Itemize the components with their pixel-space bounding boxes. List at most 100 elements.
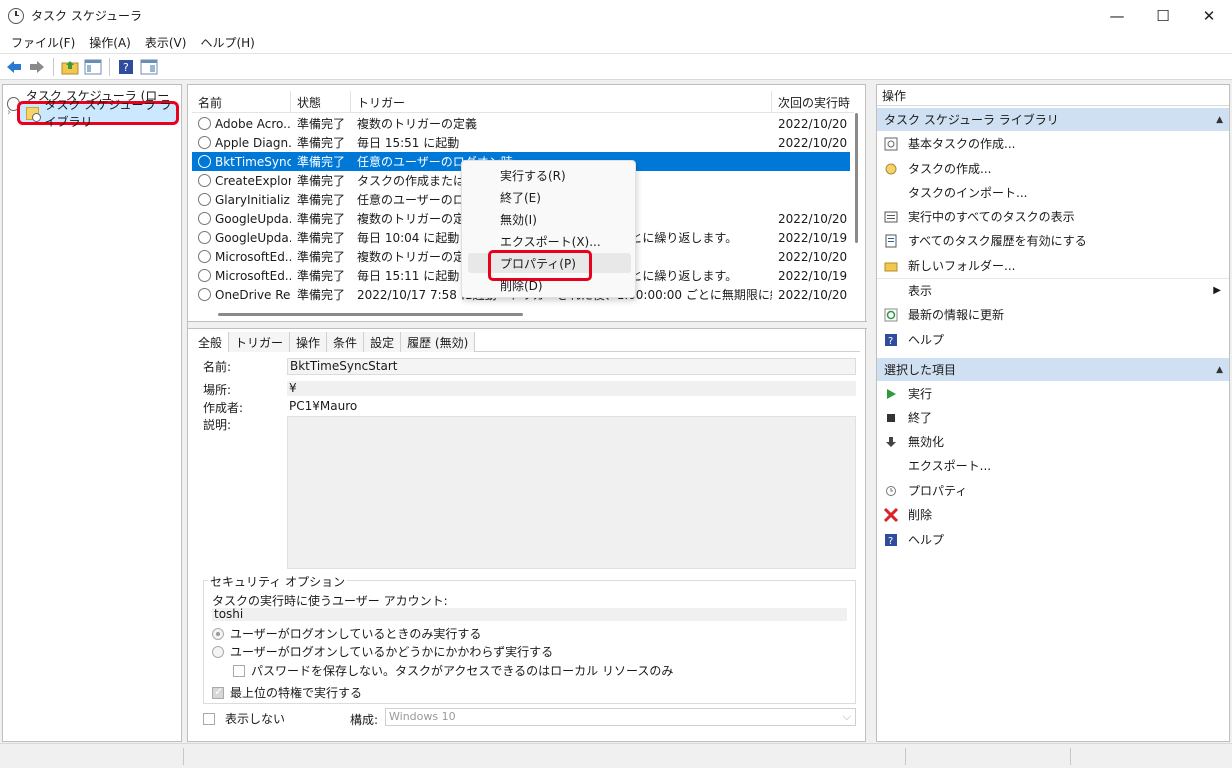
action-help[interactable]: ? ヘルプ <box>877 328 1229 351</box>
action-create-task[interactable]: タスクの作成... <box>877 157 1229 180</box>
checkbox-highest-privileges-label: 最上位の特権で実行する <box>230 686 363 700</box>
task-icon <box>198 231 211 244</box>
collapse-icon[interactable]: ▲ <box>1216 115 1223 125</box>
table-row[interactable]: Apple Diagn...準備完了毎日 15:51 に起動2022/10/20… <box>192 133 850 152</box>
help-icon[interactable]: ? <box>116 57 136 77</box>
action-disable[interactable]: 無効化 <box>877 430 1229 453</box>
minimize-button[interactable]: — <box>1094 0 1140 31</box>
action-end[interactable]: 終了 <box>877 406 1229 429</box>
toolbar-divider <box>53 57 54 76</box>
folder-clock-icon <box>26 106 41 122</box>
tab-general[interactable]: 全般 <box>192 332 230 352</box>
tab-history[interactable]: 履歴 (無効) <box>401 332 476 352</box>
console-tree: タスク スケジューラ (ローカル) › タスク スケジューラ ライブラリ <box>2 84 182 742</box>
action-view[interactable]: 表示 ▶ <box>877 278 1229 301</box>
folder-up-icon[interactable] <box>60 57 80 77</box>
checkbox-hidden[interactable] <box>203 713 215 725</box>
delete-x-icon <box>883 507 899 523</box>
menu-item-disable[interactable]: 無効(I) <box>468 209 631 229</box>
column-header-trigger[interactable]: トリガー <box>351 91 772 113</box>
name-label: 名前: <box>203 360 232 374</box>
menu-help[interactable]: ヘルプ(H) <box>193 34 261 51</box>
tree-item-label: タスク スケジューラ ライブラリ <box>44 98 172 129</box>
expand-arrow-icon[interactable]: › <box>7 107 11 118</box>
description-field[interactable] <box>287 416 856 569</box>
action-new-folder[interactable]: 新しいフォルダー... <box>877 254 1229 277</box>
checkbox-no-password-label: パスワードを保存しない。タスクがアクセスできるのはローカル リソースのみ <box>251 664 674 678</box>
checkbox-no-password[interactable] <box>233 665 245 677</box>
task-icon <box>198 212 211 225</box>
vertical-scrollbar[interactable] <box>852 113 862 303</box>
play-icon <box>883 386 899 402</box>
forward-arrow-icon[interactable] <box>27 57 47 77</box>
radio-logged-on-only[interactable] <box>212 628 224 640</box>
menu-action[interactable]: 操作(A) <box>82 34 138 51</box>
action-refresh[interactable]: 最新の情報に更新 <box>877 303 1229 326</box>
section-header-library[interactable]: タスク スケジューラ ライブラリ ▲ <box>877 108 1229 131</box>
name-field[interactable]: BktTimeSyncStart <box>287 358 856 375</box>
column-header-next-run[interactable]: 次回の実行時 <box>772 91 854 113</box>
horizontal-scrollbar[interactable] <box>218 313 523 316</box>
description-label: 説明: <box>203 418 232 432</box>
tab-actions[interactable]: 操作 <box>290 332 328 352</box>
title-bar: タスク スケジューラ — ☐ ✕ <box>0 0 1232 31</box>
task-icon <box>198 117 211 130</box>
collapse-icon[interactable]: ▲ <box>1216 365 1223 375</box>
author-field: PC1¥Mauro <box>287 399 856 414</box>
maximize-button[interactable]: ☐ <box>1140 0 1186 31</box>
section-header-selected-item[interactable]: 選択した項目 ▲ <box>877 358 1229 381</box>
table-row[interactable]: Adobe Acro...準備完了複数のトリガーの定義2022/10/20 16 <box>192 114 850 133</box>
column-header-status[interactable]: 状態 <box>291 91 351 113</box>
action-properties[interactable]: プロパティ <box>877 479 1229 502</box>
menu-file[interactable]: ファイル(F) <box>4 34 82 51</box>
task-icon <box>198 174 211 187</box>
action-delete[interactable]: 削除 <box>877 503 1229 526</box>
action-run[interactable]: 実行 <box>877 382 1229 405</box>
tree-item-task-library[interactable]: タスク スケジューラ ライブラリ <box>17 98 179 129</box>
menu-item-end[interactable]: 終了(E) <box>468 187 631 207</box>
chevron-down-icon: ⌵ <box>842 710 851 723</box>
action-import-task[interactable]: タスクのインポート... <box>877 181 1229 204</box>
task-icon <box>198 193 211 206</box>
column-header-name[interactable]: 名前 <box>192 91 291 113</box>
location-field: ¥ <box>287 381 856 396</box>
checkbox-highest-privileges[interactable] <box>212 685 224 699</box>
back-arrow-icon[interactable] <box>4 57 24 77</box>
account-label: タスクの実行時に使うユーザー アカウント: <box>212 594 448 608</box>
config-select[interactable]: Windows 10 ⌵ <box>385 708 856 726</box>
task-detail-panel: 全般 トリガー 操作 条件 設定 履歴 (無効) 名前: BktTimeSync… <box>188 330 865 741</box>
action-create-basic-task[interactable]: 基本タスクの作成... <box>877 132 1229 155</box>
show-hide-tree-icon[interactable] <box>83 57 103 77</box>
task-list-header: 名前 状態 トリガー 次回の実行時 <box>192 91 854 113</box>
detail-tabs: 全般 トリガー 操作 条件 設定 履歴 (無効) <box>192 332 860 352</box>
radio-whether-logged-on-label: ユーザーがログオンしているかどうかにかかわらず実行する <box>230 645 554 659</box>
tab-triggers[interactable]: トリガー <box>229 332 291 352</box>
menu-item-delete[interactable]: 削除(D) <box>468 275 631 295</box>
basic-task-icon <box>883 136 899 152</box>
radio-logged-on-only-label: ユーザーがログオンしているときのみ実行する <box>230 627 482 641</box>
show-action-pane-icon[interactable] <box>139 57 159 77</box>
menu-item-export[interactable]: エクスポート(X)... <box>468 231 631 251</box>
close-button[interactable]: ✕ <box>1186 0 1232 31</box>
pane-splitter[interactable] <box>188 321 867 329</box>
down-arrow-icon <box>883 434 899 450</box>
properties-icon <box>883 483 899 499</box>
action-enable-history[interactable]: すべてのタスク履歴を有効にする <box>877 229 1229 252</box>
submenu-arrow-icon: ▶ <box>1213 284 1221 296</box>
new-folder-icon <box>883 258 899 274</box>
context-menu: 実行する(R) 終了(E) 無効(I) エクスポート(X)... プロパティ(P… <box>461 160 636 298</box>
running-tasks-icon <box>883 209 899 225</box>
action-help-selected[interactable]: ? ヘルプ <box>877 528 1229 551</box>
help-icon: ? <box>883 332 899 348</box>
menu-view[interactable]: 表示(V) <box>138 34 194 51</box>
radio-whether-logged-on[interactable] <box>212 646 224 658</box>
svg-text:?: ? <box>888 336 893 347</box>
action-export[interactable]: エクスポート... <box>877 454 1229 477</box>
svg-text:?: ? <box>888 536 893 547</box>
tab-conditions[interactable]: 条件 <box>327 332 365 352</box>
menu-item-run[interactable]: 実行する(R) <box>468 165 631 185</box>
action-display-running[interactable]: 実行中のすべてのタスクの表示 <box>877 205 1229 228</box>
tab-settings[interactable]: 設定 <box>364 332 402 352</box>
toolbar-divider <box>109 57 110 76</box>
menu-item-properties[interactable]: プロパティ(P) <box>468 250 631 281</box>
